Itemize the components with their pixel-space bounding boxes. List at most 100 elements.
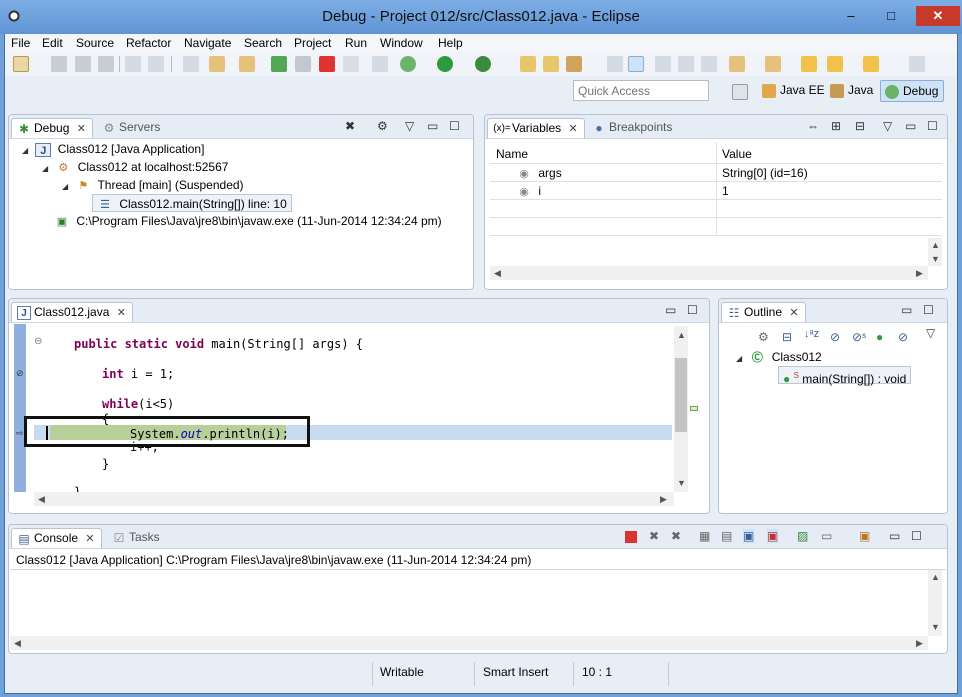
close-icon[interactable]: ✕ xyxy=(77,123,86,135)
skip-breakpoints-icon[interactable] xyxy=(125,56,141,72)
open-console-icon[interactable]: ▣ xyxy=(859,529,870,543)
hide-local-types-icon[interactable]: ⊘ xyxy=(898,330,908,344)
close-icon[interactable]: ✕ xyxy=(117,307,126,319)
tree-item-target[interactable]: ◢ ⚙ Class012 at localhost:52567 xyxy=(42,158,228,176)
new-icon[interactable] xyxy=(13,56,29,72)
pin-console-icon[interactable]: ▨ xyxy=(797,529,808,543)
menu-search[interactable]: Search xyxy=(244,36,282,50)
step-into-icon[interactable] xyxy=(209,56,225,72)
maximize-icon[interactable]: ☐ xyxy=(449,119,460,133)
menu-source[interactable]: Source xyxy=(76,36,114,50)
hide-fields-icon[interactable]: ⊘ xyxy=(830,330,840,344)
editor-vscroll[interactable]: ▲ ▼ xyxy=(674,326,688,492)
close-button[interactable]: ✕ xyxy=(916,6,960,26)
maximize-icon[interactable]: ☐ xyxy=(923,303,934,317)
tree-item-thread[interactable]: ◢ ⚑ Thread [main] (Suspended) xyxy=(62,176,244,194)
menu-project[interactable]: Project xyxy=(294,36,331,50)
print-icon[interactable] xyxy=(98,56,114,72)
step-over-icon[interactable] xyxy=(239,56,255,72)
tab-breakpoints[interactable]: ● Breakpoints xyxy=(587,118,678,138)
word-wrap-icon[interactable] xyxy=(655,56,671,72)
terminate-icon[interactable] xyxy=(319,56,335,72)
run-icon[interactable] xyxy=(437,56,453,72)
perspective-debug[interactable]: Debug xyxy=(880,80,944,102)
minimize-icon[interactable]: ▭ xyxy=(889,529,900,543)
minimize-icon[interactable]: ▭ xyxy=(901,303,912,317)
disconnect-icon[interactable] xyxy=(343,56,359,72)
view-dropdown-icon[interactable]: ▽ xyxy=(883,119,892,133)
close-icon[interactable]: ✕ xyxy=(789,307,798,319)
view-dropdown-icon[interactable]: ▽ xyxy=(926,326,935,340)
back-icon[interactable] xyxy=(801,56,817,72)
collapse-icon[interactable]: ◢ xyxy=(22,142,32,160)
menu-edit[interactable]: Edit xyxy=(42,36,63,50)
focus-icon[interactable]: ⚙ xyxy=(758,330,769,344)
clear-console-icon[interactable]: ▦ xyxy=(699,529,710,543)
use-step-filters-icon[interactable] xyxy=(372,56,388,72)
close-icon[interactable]: ✕ xyxy=(85,533,94,545)
show-logical-structure-icon[interactable]: ⊞ xyxy=(831,119,841,133)
hide-static-icon[interactable]: ⊘ˢ xyxy=(852,330,866,344)
menu-help[interactable]: Help xyxy=(438,36,463,50)
next-annotation-icon[interactable] xyxy=(607,56,623,72)
collapse-all-icon[interactable]: ⊟ xyxy=(782,330,792,344)
open-perspective-icon[interactable] xyxy=(732,84,748,100)
sort-icon[interactable]: ↓ᵃz xyxy=(804,328,819,340)
show-on-stderr-icon[interactable]: ▣ xyxy=(767,529,779,543)
variable-row[interactable]: ◉ i xyxy=(516,182,541,200)
drop-to-frame-icon[interactable] xyxy=(148,56,164,72)
tab-servers[interactable]: ⚙ Servers xyxy=(97,118,166,138)
scroll-thumb[interactable] xyxy=(675,358,687,432)
maximize-icon[interactable]: ☐ xyxy=(687,303,698,317)
display-console-icon[interactable]: ▭ xyxy=(821,529,832,543)
outline-class-item[interactable]: ◢ Ⓒ Class012 xyxy=(736,348,822,366)
close-icon[interactable]: ✕ xyxy=(568,123,577,135)
variables-hscroll[interactable]: ◀ ▶ xyxy=(490,266,928,280)
tree-item-stack-frame[interactable]: ☰ Class012.main(String[]) line: 10 xyxy=(92,194,292,212)
column-header-name[interactable]: Name xyxy=(496,145,528,163)
search-icon[interactable] xyxy=(566,56,582,72)
save-all-icon[interactable] xyxy=(75,56,91,72)
mark-occurrences-icon[interactable] xyxy=(628,56,644,72)
view-dropdown-icon[interactable]: ▽ xyxy=(405,119,414,133)
menu-run[interactable]: Run xyxy=(345,36,367,50)
column-header-value[interactable]: Value xyxy=(722,145,752,163)
tab-tasks[interactable]: ☑ Tasks xyxy=(107,528,166,548)
remove-launch-icon[interactable]: ✖ xyxy=(649,529,659,543)
save-icon[interactable] xyxy=(51,56,67,72)
forward-icon[interactable] xyxy=(863,56,879,72)
maximize-icon[interactable]: ☐ xyxy=(911,529,922,543)
collapse-icon[interactable]: ◢ xyxy=(42,160,52,178)
variable-row[interactable]: ◉ args xyxy=(516,164,562,182)
tree-item-application[interactable]: ◢ J Class012 [Java Application] xyxy=(22,140,204,158)
scroll-lock-icon[interactable]: ▤ xyxy=(721,529,732,543)
quick-access-input[interactable] xyxy=(573,80,709,101)
collapse-all-icon[interactable]: ⊟ xyxy=(855,119,865,133)
tab-outline[interactable]: ☷ Outline ✕ xyxy=(721,302,806,322)
breakpoint-marker-icon[interactable]: ⊘ xyxy=(16,368,24,379)
next-edit-icon[interactable] xyxy=(729,56,745,72)
menu-window[interactable]: Window xyxy=(380,36,423,50)
console-vscroll[interactable]: ▲ ▼ xyxy=(928,570,942,636)
minimize-icon[interactable]: ▭ xyxy=(905,119,916,133)
menu-file[interactable]: File xyxy=(11,36,30,50)
tree-item-process[interactable]: ▣ C:\Program Files\Java\jre8\bin\javaw.e… xyxy=(54,212,442,230)
collapse-icon[interactable]: ◢ xyxy=(736,350,746,368)
open-type-icon[interactable] xyxy=(520,56,536,72)
previous-edit-icon[interactable] xyxy=(765,56,781,72)
block-selection-icon[interactable] xyxy=(678,56,694,72)
hide-non-public-icon[interactable]: ● xyxy=(876,330,883,344)
suspend-icon[interactable] xyxy=(295,56,311,72)
remove-all-terminated-icon[interactable]: ✖ xyxy=(671,529,681,543)
resume-icon[interactable] xyxy=(271,56,287,72)
console-hscroll[interactable]: ◀ ▶ xyxy=(10,636,928,650)
minimize-button[interactable]: – xyxy=(836,6,866,26)
menu-refactor[interactable]: Refactor xyxy=(126,36,171,50)
tab-class012-java[interactable]: J Class012.java ✕ xyxy=(11,302,133,322)
terminate-icon[interactable] xyxy=(625,531,637,543)
show-on-stdout-icon[interactable]: ▣ xyxy=(743,529,755,543)
pin-editor-icon[interactable] xyxy=(909,56,925,72)
tab-console[interactable]: ▤ Console ✕ xyxy=(11,528,102,548)
show-whitespace-icon[interactable] xyxy=(701,56,717,72)
show-type-names-icon[interactable]: ⇔ xyxy=(807,119,819,133)
